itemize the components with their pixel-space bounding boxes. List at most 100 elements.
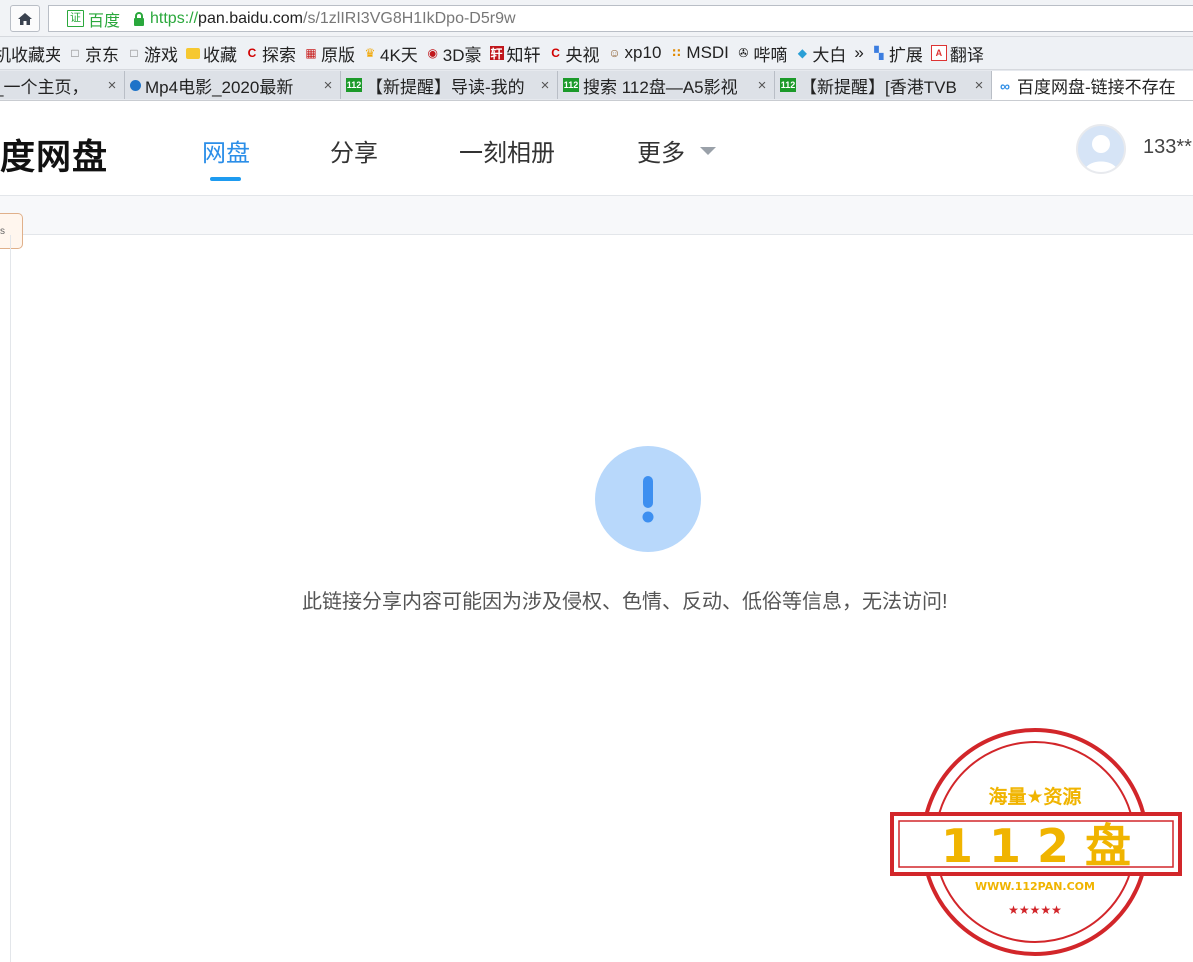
3d-logo-icon: ◉ [427,46,439,60]
bookmarks-bar: 机收藏夹 □ 京东 □ 游戏 收藏 C 探索 ▦ 原版 ♛ 4K天 ◉3D豪轩知轩 C 央视 ☺xp10 ∷ MS… [0,37,1193,70]
site-logo[interactable]: 度网盘 [0,129,108,180]
stamp-main-text: 1 1 2 盘 [941,819,1131,873]
bookmark-item[interactable]: ▦ 原版 [304,41,355,66]
certificate-icon[interactable]: 证 [67,10,84,27]
bookmark-label: 哔嘀 [753,45,788,65]
url-host: pan.baidu.com [198,9,304,27]
stamp-url-text: WWW.112PAN.COM [975,880,1095,893]
url-path: /s/1zlIRI3VG8H1IkDpo-D5r9w [303,9,516,27]
translate-icon: A [930,45,947,61]
nav-more[interactable]: 更多 [637,133,685,168]
bookmark-label: 探索 [262,45,296,65]
bookmark-label: 京东 [85,45,119,65]
bookmark-item[interactable]: ✇ 哔嘀 [736,41,787,66]
home-button[interactable] [10,5,40,32]
person-icon: ☺ [608,46,621,60]
globe-icon [130,79,141,91]
lock-icon [134,11,145,26]
tab-title: Mp4电影_2020最新 [145,77,294,97]
nav-wangpan[interactable]: 网盘 [202,133,250,168]
stamp-stars: ★★★★★ [1008,903,1062,917]
nav-active-underline [210,177,241,181]
warning-icon [595,446,701,552]
avatar[interactable] [1076,124,1126,174]
stamp-top-text: 海量★资源 [988,785,1081,808]
bookmark-label: 游戏 [144,45,178,65]
apps-icon: ▚ [874,46,884,60]
bookmark-label: xp10 [624,43,662,62]
tab-strip: _一个主页， × Mp4电影_2020最新 × 112 【新提醒】导读-我的 × 112 搜索 … [0,70,1193,101]
tab-title: 搜索 112盘—A5影视 [583,77,738,97]
browser-tab[interactable]: _一个主页， × [0,71,125,99]
bookmark-label: 4K天 [380,45,418,65]
nav-moment-album[interactable]: 一刻相册 [459,133,555,168]
bookmark-item[interactable]: 收藏 [186,41,237,66]
bookmark-item[interactable]: » [854,43,863,63]
bookmark-item[interactable]: ∷ MSDI [669,43,728,63]
nav-share[interactable]: 分享 [330,133,378,168]
username[interactable]: 133** [1143,136,1192,159]
bookmark-label: 3D豪 [442,45,482,65]
close-icon[interactable]: × [970,77,988,94]
c-logo-icon: C [551,46,560,60]
bookmark-label: » [854,43,864,62]
bookmark-label: 收藏 [203,45,237,65]
bookmark-item[interactable]: A 翻译 [930,41,984,66]
bookmark-item[interactable]: C 央视 [549,41,599,66]
url-input[interactable]: 证 百度 https://pan.baidu.com/s/1zlIRI3VG8H… [48,5,1193,32]
bookmark-item[interactable]: 轩知轩 [489,41,541,66]
side-feedback-tab[interactable]: s [0,213,23,249]
bookmark-item[interactable]: C 探索 [245,41,296,66]
home-icon [18,12,32,25]
bookmark-item[interactable]: ▚ 扩展 [872,41,923,66]
page-icon: □ [130,46,138,60]
bookmark-label: 原版 [321,45,355,65]
browser-tab[interactable]: 112 【新提醒】导读-我的 × [341,71,558,99]
browser-tab[interactable]: Mp4电影_2020最新 × [125,71,341,99]
site-112-icon: 112 [563,78,579,92]
bookmark-item[interactable]: ☺ xp10 [608,43,662,63]
toolbar-strip [0,196,1193,235]
bookmark-item[interactable]: □ 游戏 [127,41,178,66]
tab-title: _一个主页， [0,77,89,97]
bookmark-item[interactable]: ♛ 4K天 [363,41,418,66]
close-icon[interactable]: × [753,77,771,94]
bookmark-item[interactable]: 机收藏夹 [0,41,60,66]
certificate-owner[interactable]: 百度 [88,7,120,31]
bookmark-label: 知轩 [506,45,541,65]
zx-logo-icon: 轩 [489,46,504,61]
grid-logo-icon: ▦ [305,46,317,60]
tab-title: 百度网盘-链接不存在 [1017,78,1176,97]
cup-icon: ♛ [364,46,376,60]
tab-title: 【新提醒】[香港TVB [800,77,957,97]
site-112-icon: 112 [346,78,362,92]
left-divider [10,235,11,962]
chevron-down-icon[interactable] [700,147,716,155]
bookmark-label: 大白 [812,45,847,65]
close-icon[interactable]: × [536,77,554,94]
bookmark-label: 翻译 [949,45,984,65]
close-icon[interactable]: × [103,77,121,94]
watermark-stamp: 海量★资源 1 1 2 盘 WWW.112PAN.COM ★★★★★ [890,728,1182,956]
browser-tab[interactable]: 112 搜索 112盘—A5影视 × [558,71,775,99]
tab-title: 【新提醒】导读-我的 [366,77,525,97]
exclamation-icon [642,476,654,523]
bookmark-item[interactable]: ◆ 大白 [795,41,847,66]
msdn-icon: ∷ [672,46,681,60]
c-logo-icon: C [247,46,257,60]
bookmark-label: 扩展 [888,45,923,65]
folder-icon [186,47,200,59]
page-icon: □ [71,46,79,60]
close-icon[interactable]: × [319,77,337,94]
browser-tab[interactable]: 112 【新提醒】[香港TVB × [775,71,992,99]
bookmark-item[interactable]: □ 京东 [68,41,119,66]
baidu-pan-icon: ∞ [1000,77,1010,94]
site-header: 度网盘 网盘 分享 一刻相册 更多 133** [0,101,1193,196]
browser-tab-active[interactable]: ∞ 百度网盘-链接不存在 [992,71,1193,100]
url-protocol: https:// [150,9,199,27]
site-112-icon: 112 [780,78,796,92]
browser-address-bar: 证 百度 https://pan.baidu.com/s/1zlIRI3VG8H… [0,0,1193,37]
bookmark-label: 机收藏夹 [0,45,60,65]
bookmark-item[interactable]: ◉ 3D豪 [426,41,482,66]
diamond-icon: ◆ [797,46,808,60]
